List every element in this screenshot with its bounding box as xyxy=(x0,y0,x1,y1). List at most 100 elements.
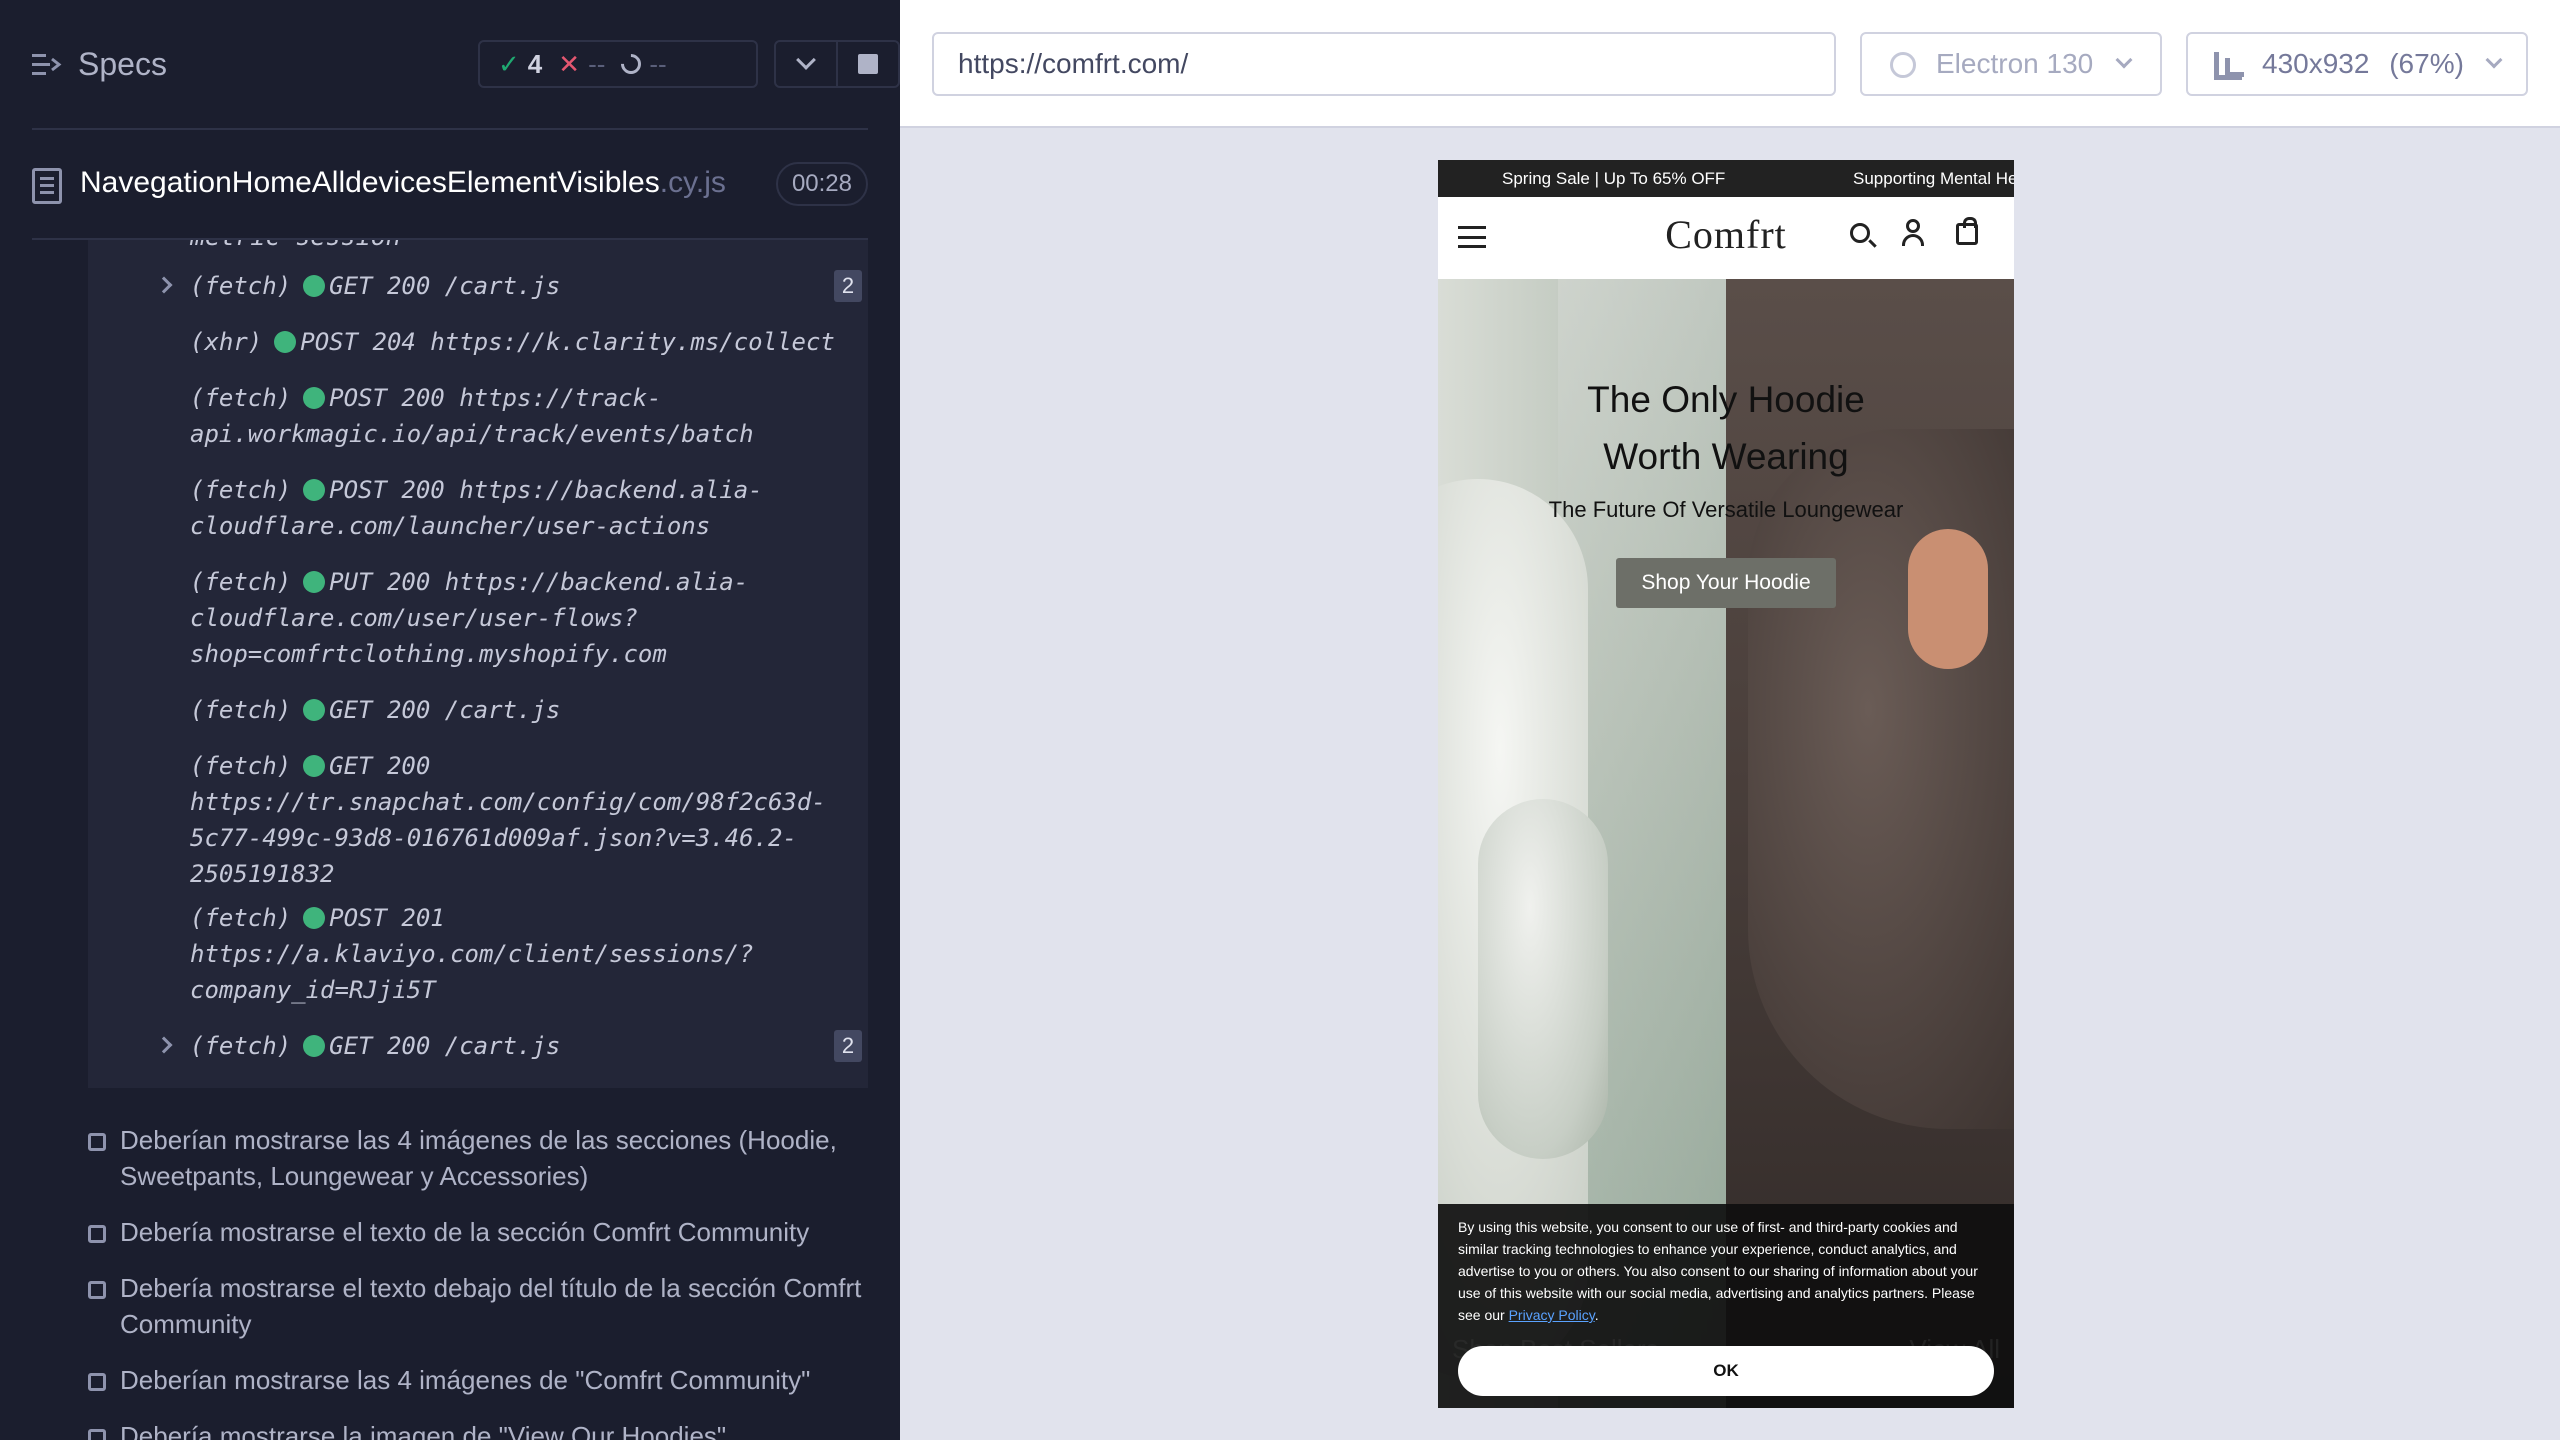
log-text-continued: 2505191832 xyxy=(190,860,335,888)
log-entry[interactable]: (fetch) PUT 200 https://backend.alia-clou… xyxy=(190,564,850,672)
viewport-select[interactable]: 430x932 (67%) xyxy=(2186,32,2528,96)
log-entry[interactable]: (fetch) GET 200 https://tr.snapchat.com/co… xyxy=(190,748,850,892)
chevron-down-icon xyxy=(2485,51,2503,69)
check-icon: ✓ xyxy=(498,48,520,79)
log-count-badge: 2 xyxy=(834,270,862,302)
pending-stat: -- xyxy=(617,49,667,80)
log-text-continued: cloudflare.com/launcher/user-actions xyxy=(190,512,711,540)
status-dot-icon xyxy=(303,699,326,721)
log-text: POST 200 https://track- xyxy=(329,384,662,412)
chevron-down-icon xyxy=(796,50,816,70)
log-type: (fetch) xyxy=(190,476,292,504)
chevron-right-icon[interactable] xyxy=(155,276,173,294)
failed-count: -- xyxy=(588,48,606,79)
log-type: (fetch) xyxy=(190,568,292,596)
log-entry[interactable]: (fetch) GET 200 /cart.js xyxy=(190,268,850,304)
log-text: PUT 200 https://backend.alia- xyxy=(329,568,749,596)
log-text: POST 204 https://k.clarity.ms/collect xyxy=(300,328,835,356)
test-item[interactable]: Debería mostrarse el texto de la sección… xyxy=(88,1214,868,1250)
log-text: POST 201 xyxy=(329,904,445,932)
log-text: POST 200 https://backend.alia- xyxy=(329,476,763,504)
stop-button[interactable] xyxy=(836,42,898,86)
log-type: (fetch) xyxy=(190,272,292,300)
url-bar[interactable]: https://comfrt.com/ xyxy=(932,32,1836,96)
announcement-sale[interactable]: Spring Sale | Up To 65% OFF xyxy=(1502,160,1725,197)
test-pending-checkbox-icon xyxy=(88,1225,106,1243)
test-item[interactable]: Debería mostrarse el texto debajo del tí… xyxy=(88,1270,868,1342)
test-title: Debería mostrarse el texto de la sección… xyxy=(120,1217,810,1247)
test-item[interactable]: Debería mostrarse la imagen de "View Our… xyxy=(88,1418,868,1440)
spec-file-name: NavegationHomeAlldevicesElementVisibles.… xyxy=(80,166,726,200)
log-type: (fetch) xyxy=(190,1032,292,1060)
log-text-continued: cloudflare.com/user/user-flows? xyxy=(190,604,638,632)
shop-hoodie-button[interactable]: Shop Your Hoodie xyxy=(1616,558,1836,608)
x-icon: ✕ xyxy=(558,48,581,79)
test-item[interactable]: Deberían mostrarse las 4 imágenes de las… xyxy=(88,1122,868,1194)
test-item[interactable]: Deberían mostrarse las 4 imágenes de "Co… xyxy=(88,1362,868,1398)
status-dot-icon xyxy=(303,387,326,409)
log-count-badge: 2 xyxy=(834,1030,862,1062)
viewport-ruler-icon xyxy=(2214,52,2242,80)
log-entry[interactable]: (fetch) GET 200 /cart.js xyxy=(190,1028,850,1064)
log-entry[interactable]: (fetch) GET 200 /cart.js xyxy=(190,692,850,728)
hero-title-line-1: The Only Hoodie xyxy=(1587,379,1865,420)
hero-title-line-2: Worth Wearing xyxy=(1603,436,1849,477)
log-text: GET 200 xyxy=(329,752,431,780)
status-dot-icon xyxy=(303,907,326,929)
file-name-text: NavegationHomeAlldevicesElementVisibles xyxy=(80,166,660,199)
privacy-policy-link[interactable]: Privacy Policy xyxy=(1509,1307,1595,1323)
stop-icon xyxy=(858,54,878,74)
viewport-size: 430x932 xyxy=(2262,48,2370,79)
passed-count: 4 xyxy=(527,48,543,79)
failed-stat: ✕ -- xyxy=(558,49,605,80)
site-header: Comfrt xyxy=(1438,197,2014,279)
log-text: GET 200 /cart.js xyxy=(329,1032,561,1060)
status-dot-icon xyxy=(303,1035,326,1057)
collapse-button[interactable] xyxy=(776,42,836,86)
specs-list-icon[interactable] xyxy=(32,50,62,80)
log-entry[interactable]: (fetch) POST 201 https://a.klaviyo.com/cli… xyxy=(190,900,850,1008)
log-entry[interactable]: (xhr) POST 204 https://k.clarity.ms/colle… xyxy=(190,324,850,360)
electron-icon xyxy=(1890,52,1916,78)
log-text-continued: shop=comfrtclothing.myshopify.com xyxy=(190,640,667,668)
cookie-text: By using this website, you consent to ou… xyxy=(1458,1216,1998,1326)
log-entry[interactable]: (fetch) POST 200 https://track-api.workma… xyxy=(190,380,850,452)
log-cut-text: metric session xyxy=(190,240,401,251)
log-type: (xhr) xyxy=(190,328,263,356)
status-dot-icon xyxy=(274,331,297,353)
hero-subtitle: The Future Of Versatile Loungewear xyxy=(1548,497,1904,522)
status-dot-icon xyxy=(303,275,326,297)
command-log-panel: Specs ✓ 4 ✕ -- -- NavegationHomeAlldevic… xyxy=(0,0,900,1440)
log-text-continued: https://tr.snapchat.com/config/com/98f2c… xyxy=(190,788,826,816)
status-dot-icon xyxy=(303,479,326,501)
specs-title[interactable]: Specs xyxy=(78,46,167,83)
search-icon[interactable] xyxy=(1850,223,1870,243)
network-log: metric session (fetch) GET 200 /cart.js 2 (… xyxy=(88,240,868,1088)
log-entry[interactable]: (fetch) POST 200 https://backend.alia-clo… xyxy=(190,472,850,544)
log-text: GET 200 /cart.js xyxy=(329,272,561,300)
account-icon[interactable] xyxy=(1900,219,1926,249)
browser-name: Electron 130 xyxy=(1936,48,2094,79)
test-pending-checkbox-icon xyxy=(88,1281,106,1299)
cookie-end: . xyxy=(1594,1307,1599,1323)
chevron-down-icon xyxy=(2115,51,2133,69)
log-text-continued: https://a.klaviyo.com/client/sessions/? xyxy=(190,940,754,968)
cookie-ok-button[interactable]: OK xyxy=(1458,1346,1994,1396)
site-logo[interactable]: Comfrt xyxy=(1438,211,2014,258)
document-icon xyxy=(32,168,62,204)
chevron-right-icon[interactable] xyxy=(155,1036,173,1054)
status-dot-icon xyxy=(303,755,326,777)
announcement-mental-health[interactable]: Supporting Mental He xyxy=(1853,160,2014,197)
test-title: Deberían mostrarse las 4 imágenes de las… xyxy=(120,1125,837,1191)
test-title: Debería mostrarse la imagen de "View Our… xyxy=(120,1421,727,1440)
log-text-continued: company_id=RJji5T xyxy=(190,976,436,1004)
test-pending-checkbox-icon xyxy=(88,1133,106,1151)
cookie-banner: By using this website, you consent to ou… xyxy=(1438,1204,2014,1408)
log-type: (fetch) xyxy=(190,696,292,724)
browser-select[interactable]: Electron 130 xyxy=(1860,32,2162,96)
app-preview-frame: Spring Sale | Up To 65% OFF Supporting M… xyxy=(1438,160,2014,1408)
preview-area: https://comfrt.com/ Electron 130 430x932… xyxy=(900,0,2560,1440)
cart-icon[interactable] xyxy=(1956,217,1978,245)
file-extension: .cy.js xyxy=(659,166,726,199)
spec-file-row[interactable]: NavegationHomeAlldevicesElementVisibles.… xyxy=(32,140,868,240)
